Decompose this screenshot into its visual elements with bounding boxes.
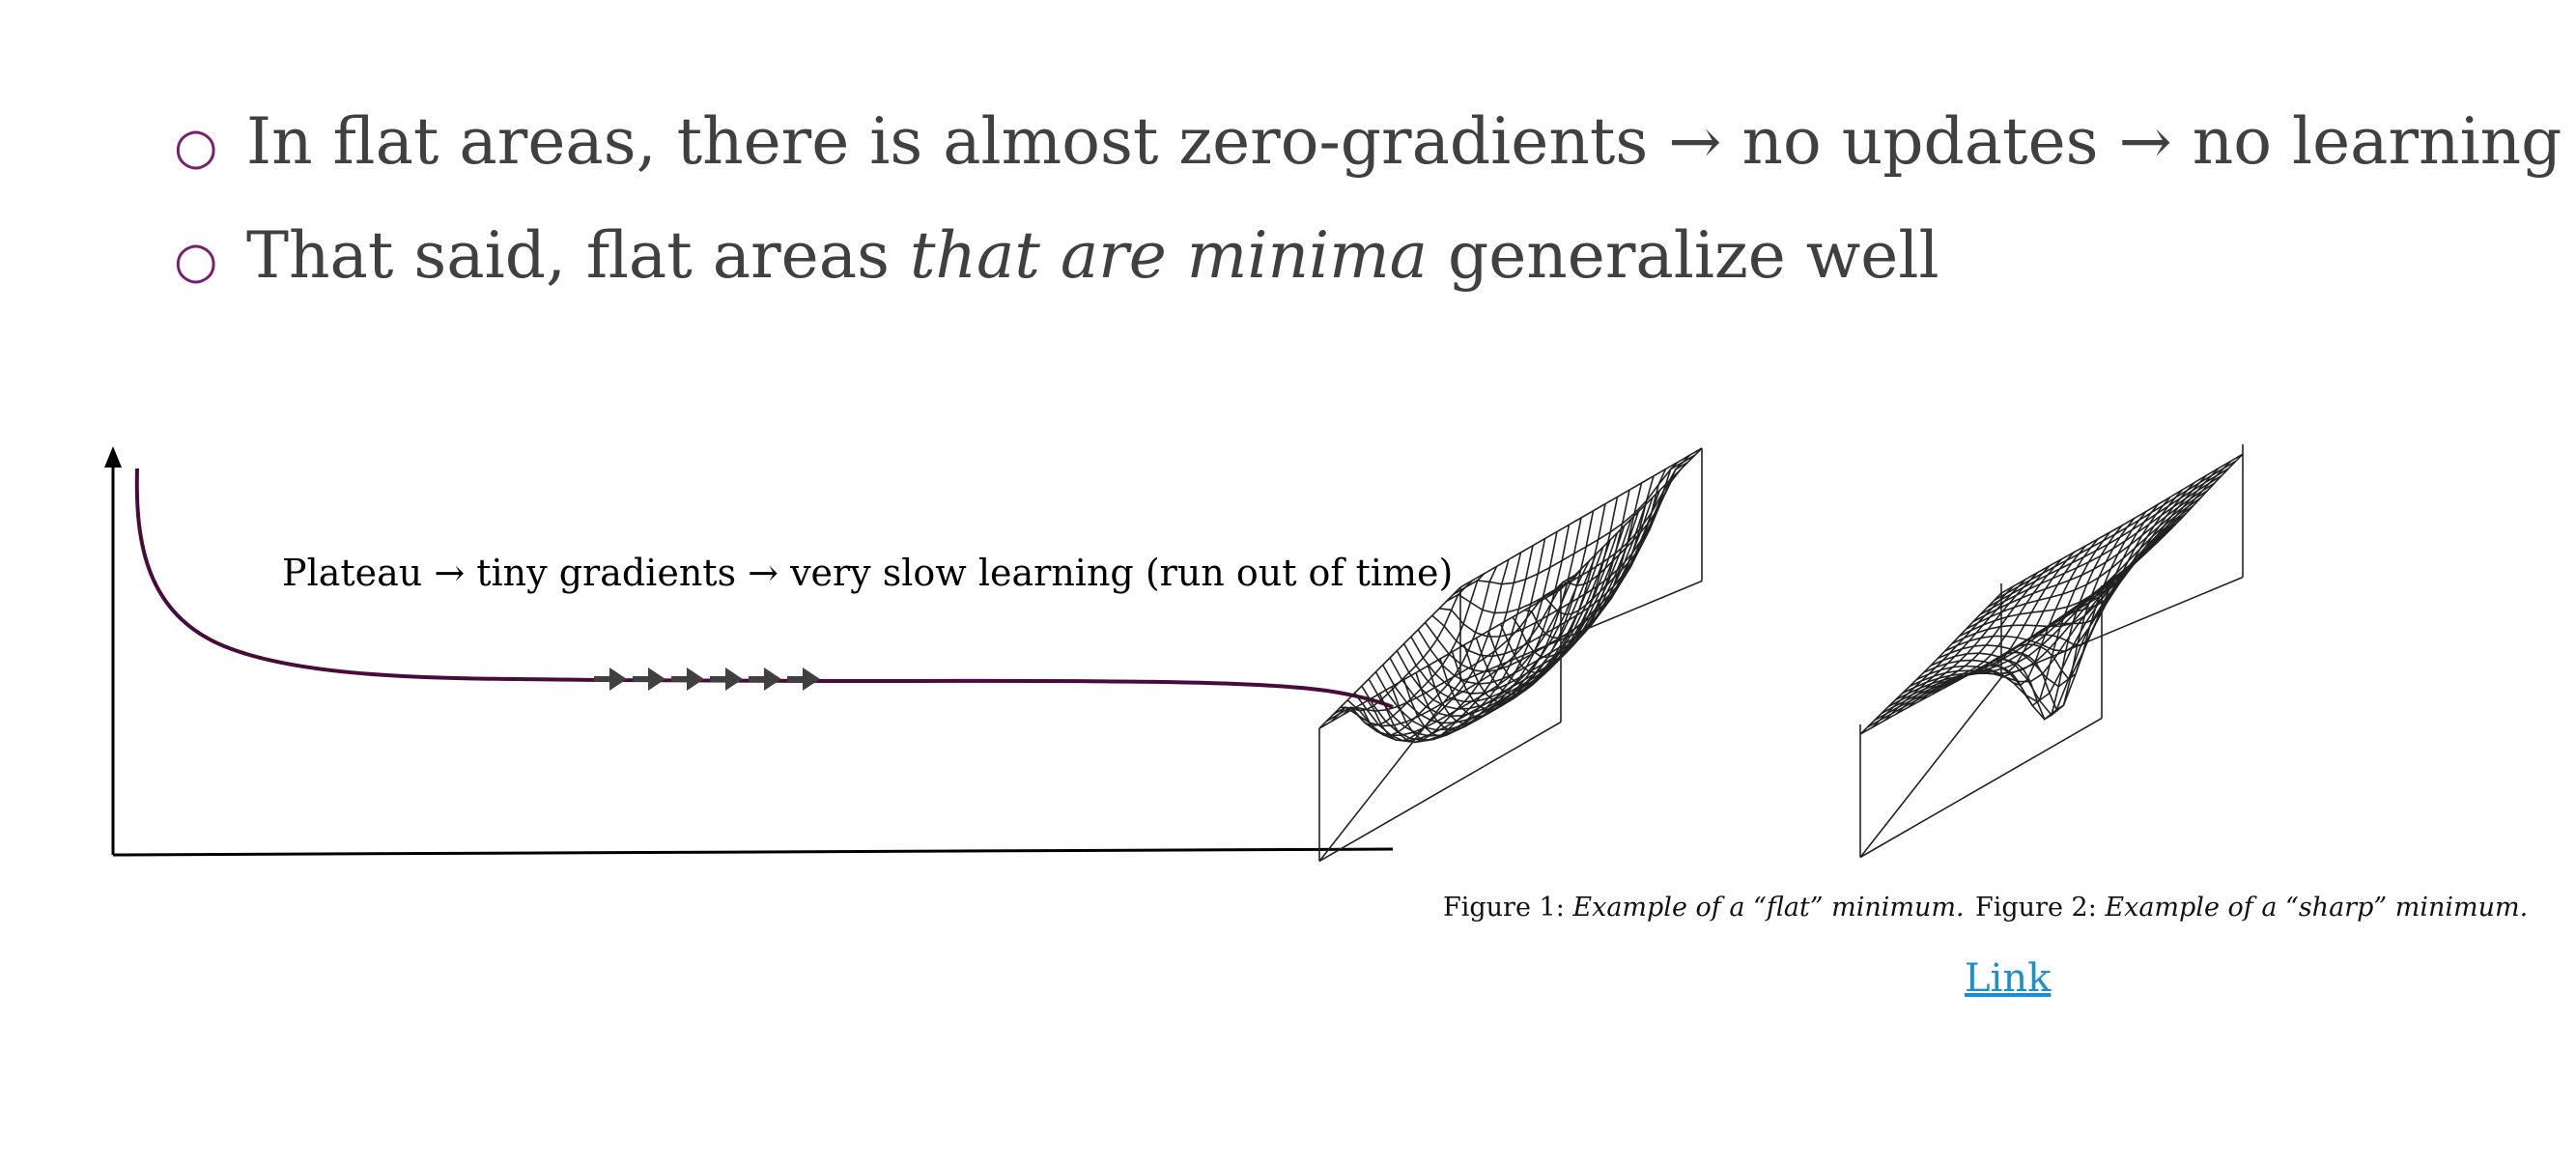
reference-link[interactable]: Link: [1965, 956, 2051, 1001]
surface-grid-line: [1923, 533, 2166, 721]
plateau-diagram: Plateau → tiny gradients → very slow lea…: [104, 446, 1453, 857]
figure-2-caption: Figure 2: Example of a “sharp” minimum.: [1975, 893, 2528, 923]
surface-grid-line: [1451, 510, 1595, 711]
sharp-minimum-surface: [1859, 444, 2244, 859]
figure-caption-text: Example of a “sharp” minimum.: [2105, 893, 2529, 923]
plateau-label: Plateau → tiny gradients → very slow lea…: [282, 552, 1453, 594]
gradient-step-arrow-icon: [671, 667, 704, 691]
flat-minimum-surface: [1318, 447, 1703, 863]
surface-grid-line: [1919, 558, 2063, 701]
figure-number: Figure 1:: [1443, 893, 1565, 923]
surface-grid-line: [1424, 483, 1668, 673]
gradient-step-arrow-icon: [787, 667, 820, 691]
gradient-step-arrow-icon: [633, 667, 665, 691]
box-edge: [1318, 721, 1562, 863]
gradient-step-arrow-icon: [594, 667, 627, 691]
x-axis: [112, 847, 1394, 857]
box-edge: [1859, 717, 2103, 859]
surface-grid-line: [1993, 518, 2136, 711]
box-edge: [1859, 677, 2002, 858]
gradient-step-arrow-icon: [749, 667, 781, 691]
slide-graphics: Plateau → tiny gradients → very slow lea…: [104, 444, 2244, 863]
surface-grid-line: [1883, 579, 2026, 722]
y-axis-arrowhead-icon: [104, 446, 122, 468]
figure-caption-text: Example of a “flat” minimum.: [1572, 893, 1965, 923]
surface-grid-line: [1453, 454, 1696, 595]
gradient-step-arrow-icon: [710, 667, 743, 691]
surface-grid-line: [1560, 447, 1703, 590]
figure-number: Figure 2:: [1975, 893, 2097, 923]
figure-1-caption: Figure 1: Example of a “flat” minimum.: [1443, 893, 1965, 923]
